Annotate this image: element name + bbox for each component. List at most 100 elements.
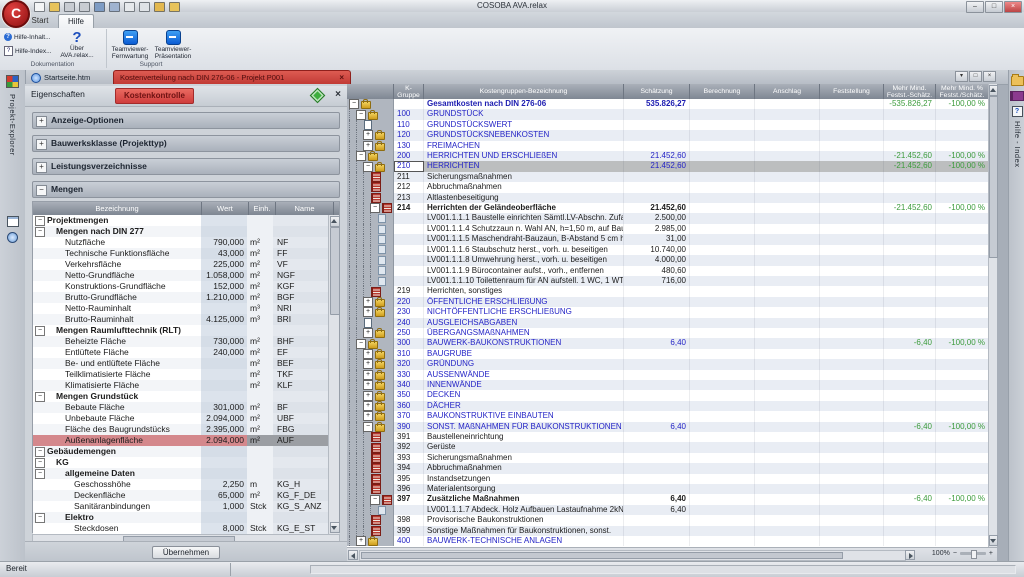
- cost-row[interactable]: −210HERRICHTEN21.452,60-21.452,60-100,00…: [347, 161, 989, 171]
- expand-icon[interactable]: +: [363, 380, 373, 390]
- expand-icon[interactable]: −: [35, 513, 45, 523]
- kgruppe-cell[interactable]: 250: [394, 328, 424, 338]
- expand-icon[interactable]: +: [363, 307, 373, 317]
- kgruppe-cell[interactable]: 214: [394, 203, 424, 213]
- uebernehmen-button[interactable]: Übernehmen: [152, 546, 220, 559]
- header-bezeichnung[interactable]: Kostengruppen-Bezeichnung: [424, 84, 624, 99]
- teamviewer-fernwartung-button[interactable]: Teamviewer-Fernwartung: [109, 30, 151, 61]
- cost-row[interactable]: −100GRUNDSTÜCK: [347, 109, 989, 119]
- kgruppe-cell[interactable]: 219: [394, 286, 424, 296]
- cost-row[interactable]: 212Abbruchmaßnahmen: [347, 182, 989, 192]
- cost-row[interactable]: LV001.1.1.1 Baustelle einrichten Sämtl.L…: [347, 213, 989, 223]
- prop-row[interactable]: −Mengen Grundstück: [33, 391, 330, 402]
- maximize-button[interactable]: □: [985, 1, 1003, 13]
- prop-row[interactable]: Klimatisierte Flächem²KLF: [33, 380, 330, 391]
- kgruppe-cell[interactable]: 370: [394, 411, 424, 421]
- expand-icon[interactable]: +: [363, 359, 373, 369]
- expand-icon[interactable]: +: [363, 401, 373, 411]
- kgruppe-cell[interactable]: [394, 266, 424, 276]
- header-feststellung[interactable]: Feststellung: [820, 84, 884, 99]
- cost-row[interactable]: 395Instandsetzungen: [347, 474, 989, 484]
- section-leistungsverzeichnisse[interactable]: + Leistungsverzeichnisse: [32, 158, 340, 175]
- project-explorer-icon[interactable]: [6, 75, 19, 88]
- kgruppe-cell[interactable]: 400: [394, 536, 424, 546]
- zoom-slider-thumb[interactable]: [971, 550, 977, 559]
- header-bezeichnung[interactable]: Bezeichnung: [33, 202, 202, 215]
- kgruppe-cell[interactable]: 390: [394, 422, 424, 432]
- vertical-scrollbar[interactable]: [328, 215, 339, 534]
- kgruppe-cell[interactable]: [394, 99, 424, 109]
- expand-icon[interactable]: −: [35, 469, 45, 479]
- help-book-icon[interactable]: [1010, 91, 1024, 101]
- kgruppe-cell[interactable]: 212: [394, 182, 424, 192]
- section-anzeige-optionen[interactable]: + Anzeige-Optionen: [32, 112, 340, 129]
- expand-icon[interactable]: −: [349, 99, 359, 109]
- doc-restore-button[interactable]: □: [969, 71, 982, 82]
- cost-row[interactable]: +320GRÜNDUNG: [347, 359, 989, 369]
- header-name[interactable]: Name: [276, 202, 334, 215]
- cost-row[interactable]: +400BAUWERK-TECHNISCHE ANLAGEN: [347, 536, 989, 546]
- kgruppe-cell[interactable]: [394, 224, 424, 234]
- kgruppe-cell[interactable]: 211: [394, 172, 424, 182]
- dock-icon[interactable]: [310, 88, 326, 104]
- cost-row[interactable]: 394Abbruchmaßnahmen: [347, 463, 989, 473]
- prop-row[interactable]: −Elektro: [33, 512, 330, 523]
- ueber-ava-relax-button[interactable]: ? Über AVA.relax...: [54, 30, 100, 61]
- kgruppe-cell[interactable]: [394, 245, 424, 255]
- kgruppe-cell[interactable]: 350: [394, 390, 424, 400]
- tab-kostenverteilung[interactable]: Kostenverteilung nach DIN 276-06 - Proje…: [113, 70, 351, 84]
- kgruppe-cell[interactable]: [394, 276, 424, 286]
- cost-row[interactable]: +230NICHTÖFFENTLICHE ERSCHLIEßUNG: [347, 307, 989, 317]
- kgruppe-cell[interactable]: 394: [394, 463, 424, 473]
- cost-row[interactable]: −200HERRICHTEN UND ERSCHLIEßEN21.452,60-…: [347, 151, 989, 161]
- folder-icon[interactable]: [1011, 76, 1024, 86]
- cost-row[interactable]: 110GRUNDSTÜCKSWERT: [347, 120, 989, 130]
- prop-row[interactable]: Unbebaute Fläche2.094,000m²UBF: [33, 413, 330, 424]
- prop-row[interactable]: Außenanlagenfläche2.094,000m²AUF: [33, 435, 330, 446]
- scroll-thumb[interactable]: [330, 227, 340, 315]
- cost-row[interactable]: +120GRUNDSTÜCKSNEBENKOSTEN: [347, 130, 989, 140]
- cost-row[interactable]: 396Materialentsorgung: [347, 484, 989, 494]
- expand-icon[interactable]: −: [35, 447, 45, 457]
- kgruppe-cell[interactable]: 220: [394, 297, 424, 307]
- cost-row[interactable]: 211Sicherungsmaßnahmen: [347, 172, 989, 182]
- kgruppe-cell[interactable]: 110: [394, 120, 424, 130]
- zoom-in-icon[interactable]: +: [989, 550, 993, 557]
- book-icon[interactable]: [7, 216, 19, 227]
- kgruppe-cell[interactable]: 230: [394, 307, 424, 317]
- header-mehr-festst[interactable]: Mehr Mind. Festst.-Schätz.: [884, 84, 936, 99]
- cost-row[interactable]: LV001.1.1.7 Abdeck. Holz Aufbauen Lastau…: [347, 505, 989, 515]
- cost-row[interactable]: LV001.1.1.6 Staubschutz herst., vorh. u.…: [347, 245, 989, 255]
- kgruppe-cell[interactable]: 210: [394, 161, 424, 171]
- cost-row[interactable]: 240AUSGLEICHSABGABEN: [347, 318, 989, 328]
- kgruppe-cell[interactable]: 130: [394, 141, 424, 151]
- cost-row[interactable]: LV001.1.1.9 Bürocontainer aufst., vorh.,…: [347, 266, 989, 276]
- expand-icon[interactable]: +: [363, 411, 373, 421]
- cost-row[interactable]: 391Baustelleneinrichtung: [347, 432, 989, 442]
- expand-icon[interactable]: −: [363, 162, 373, 172]
- scroll-thumb[interactable]: [989, 96, 998, 258]
- prop-row[interactable]: Deckenfläche65,000m²KG_F_DE: [33, 490, 330, 501]
- hilfe-inhalt-button[interactable]: ? Hilfe-Inhalt...: [4, 31, 51, 43]
- expand-icon[interactable]: +: [363, 141, 373, 151]
- prop-row[interactable]: Technische Funktionsfläche43,000m²FF: [33, 248, 330, 259]
- prop-row[interactable]: Entlüftete Fläche240,000m²EF: [33, 347, 330, 358]
- hilfe-index-button[interactable]: ? Hilfe-Index...: [4, 45, 52, 57]
- cost-row[interactable]: +310BAUGRUBE: [347, 349, 989, 359]
- scroll-thumb[interactable]: [361, 552, 843, 559]
- cost-row[interactable]: +360DÄCHER: [347, 401, 989, 411]
- panel-close-icon[interactable]: ×: [335, 89, 341, 100]
- cost-row[interactable]: +370BAUKONSTRUKTIVE EINBAUTEN: [347, 411, 989, 421]
- expand-icon[interactable]: +: [363, 349, 373, 359]
- cost-row[interactable]: 213Altlastenbeseitigung: [347, 193, 989, 203]
- prop-row[interactable]: Brutto-Grundfläche1.210,000m²BGF: [33, 292, 330, 303]
- kgruppe-cell[interactable]: 300: [394, 338, 424, 348]
- expand-icon[interactable]: +: [36, 162, 47, 173]
- cost-row[interactable]: +130FREIMACHEN: [347, 141, 989, 151]
- kgruppe-cell[interactable]: 360: [394, 401, 424, 411]
- expand-icon[interactable]: −: [356, 339, 366, 349]
- kgruppe-cell[interactable]: [394, 255, 424, 265]
- prop-row[interactable]: Geschosshöhe2,250mKG_H: [33, 479, 330, 490]
- kgruppe-cell[interactable]: 340: [394, 380, 424, 390]
- doc-close-button[interactable]: ×: [983, 71, 996, 82]
